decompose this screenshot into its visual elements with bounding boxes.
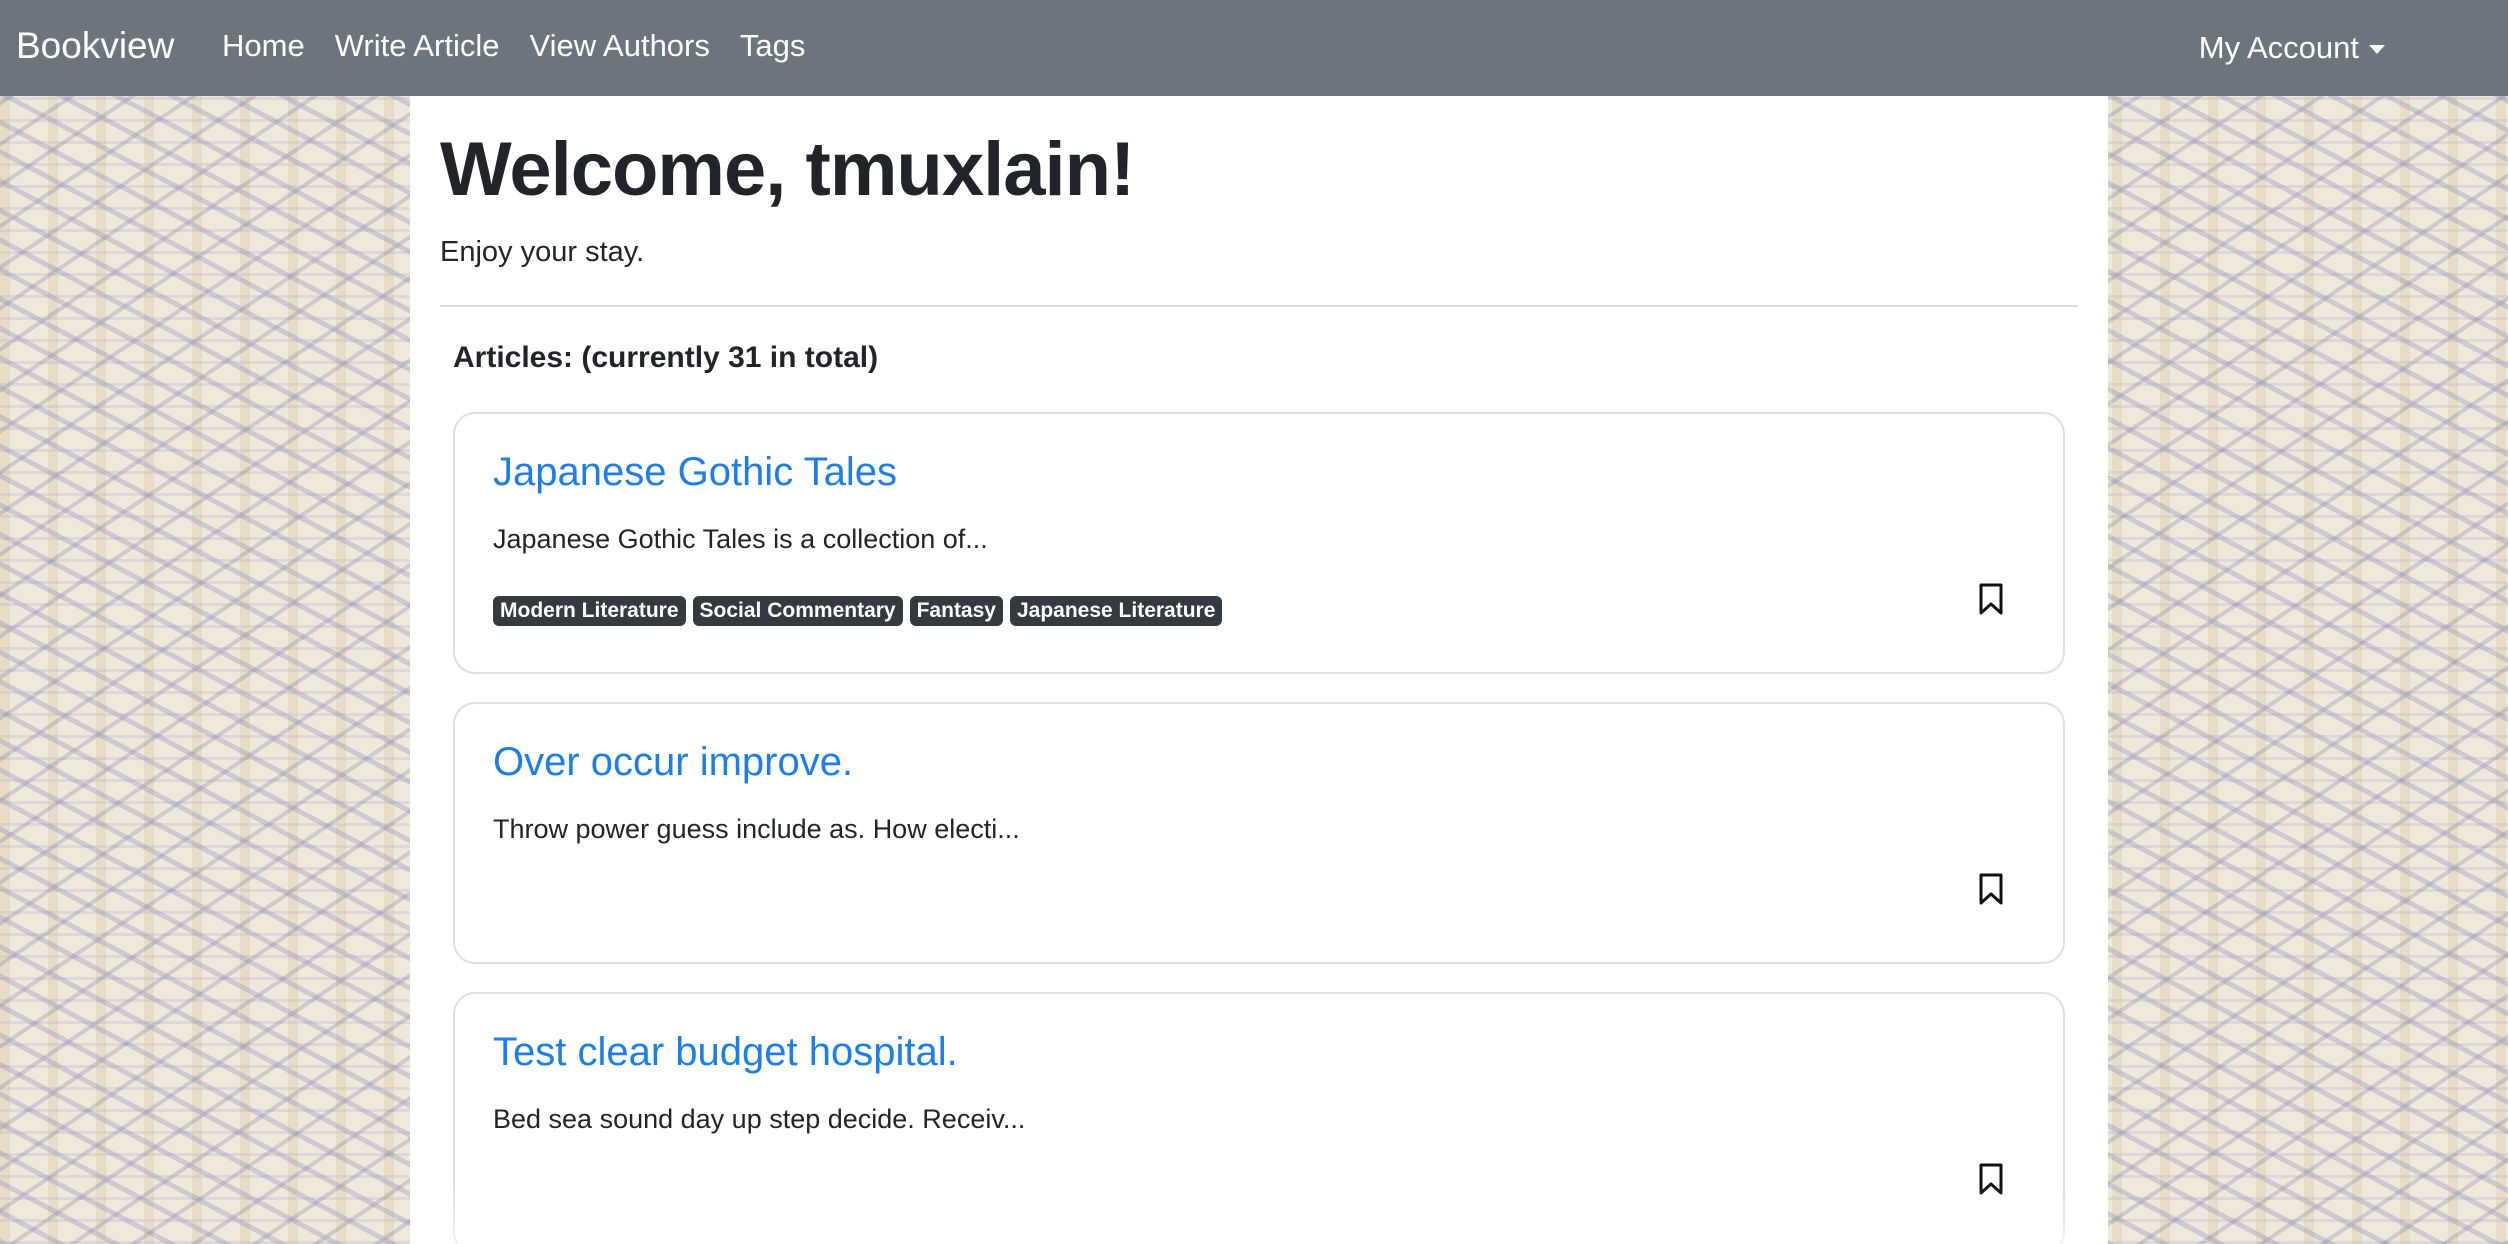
nav-link-home[interactable]: Home: [222, 0, 305, 96]
article-title-link[interactable]: Japanese Gothic Tales: [493, 450, 897, 495]
tag-badge[interactable]: Modern Literature: [493, 596, 686, 626]
top-navbar: Bookview Home Write Article View Authors…: [0, 0, 2508, 96]
tag-badge[interactable]: Social Commentary: [692, 596, 903, 626]
nav-link-write-article[interactable]: Write Article: [335, 0, 500, 96]
article-tags: Modern Literature Social Commentary Fant…: [493, 596, 1229, 626]
main-content: Welcome, tmuxlain! Enjoy your stay. Arti…: [410, 96, 2108, 1244]
my-account-label: My Account: [2198, 30, 2359, 65]
nav-links: Home Write Article View Authors Tags: [222, 0, 835, 96]
brand-link[interactable]: Bookview: [16, 0, 174, 96]
article-title-link[interactable]: Test clear budget hospital.: [493, 1030, 958, 1075]
article-excerpt: Bed sea sound day up step decide. Receiv…: [493, 1104, 1026, 1134]
article-card: Test clear budget hospital. Bed sea soun…: [453, 992, 2065, 1244]
caret-down-icon: [2369, 44, 2385, 54]
divider: [440, 305, 2078, 307]
bookmark-icon[interactable]: [1978, 1163, 2004, 1195]
page-title: Welcome, tmuxlain!: [440, 127, 1135, 212]
article-card: Over occur improve. Throw power guess in…: [453, 702, 2065, 964]
article-excerpt: Japanese Gothic Tales is a collection of…: [493, 524, 988, 554]
my-account-dropdown[interactable]: My Account: [2199, 0, 2385, 96]
tag-badge[interactable]: Fantasy: [909, 596, 1003, 626]
page-subtitle: Enjoy your stay.: [440, 236, 645, 268]
tag-badge[interactable]: Japanese Literature: [1009, 596, 1223, 626]
article-title-link[interactable]: Over occur improve.: [493, 740, 853, 785]
bookmark-icon[interactable]: [1978, 583, 2004, 615]
article-excerpt: Throw power guess include as. How electi…: [493, 814, 1020, 844]
bookmark-icon[interactable]: [1978, 873, 2004, 905]
articles-heading: Articles: (currently 31 in total): [453, 341, 879, 374]
nav-link-tags[interactable]: Tags: [740, 0, 805, 96]
article-card: Japanese Gothic Tales Japanese Gothic Ta…: [453, 412, 2065, 674]
nav-link-view-authors[interactable]: View Authors: [530, 0, 710, 96]
